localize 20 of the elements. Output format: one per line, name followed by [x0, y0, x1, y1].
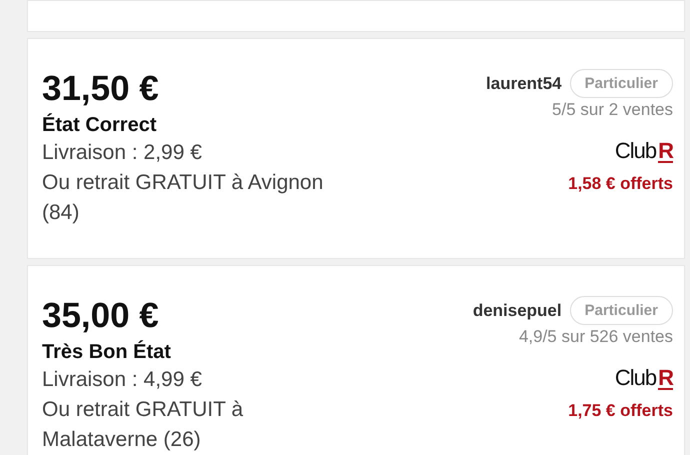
seller-rating: 5/5 sur 2 ventes: [552, 100, 673, 120]
reward-amount: 1,75 € offerts: [568, 401, 673, 421]
offer-card[interactable]: 31,50 € État Correct Livraison : 2,99 € Ou retrait GRATUIT à Avignon (84) laurent54 Particulier 5/5 sur 2 ventes ClubR 1,58 € offerts: [27, 38, 685, 259]
pickup-info: Ou retrait GRATUIT à Malataverne (26): [42, 397, 244, 453]
reward-amount: 1,58 € offerts: [568, 174, 673, 194]
seller-name[interactable]: denisepuel: [472, 300, 562, 320]
condition: État Correct: [42, 112, 158, 138]
seller-rating: 4,9/5 sur 526 ventes: [518, 327, 673, 347]
price: 31,50 €: [42, 69, 160, 109]
delivery-cost: Livraison : 4,99 €: [42, 367, 203, 393]
offer-card[interactable]: 35,00 € Très Bon État Livraison : 4,99 € Ou retrait GRATUIT à Malataverne (26) denisepuel Particulier 4,9/5 sur 526 ventes ClubR 1,75 € offerts: [27, 265, 685, 455]
delivery-cost: Livraison : 2,99 €: [42, 140, 203, 166]
seller-type-badge: Particulier: [570, 69, 673, 98]
club-logo: ClubR: [614, 365, 673, 391]
club-logo: ClubR: [614, 138, 673, 164]
seller-type-badge: Particulier: [570, 296, 673, 325]
seller-name[interactable]: laurent54: [486, 74, 562, 94]
condition: Très Bon État: [42, 339, 172, 365]
price: 35,00 €: [42, 296, 160, 336]
pickup-info: Ou retrait GRATUIT à Avignon (84): [42, 170, 324, 226]
